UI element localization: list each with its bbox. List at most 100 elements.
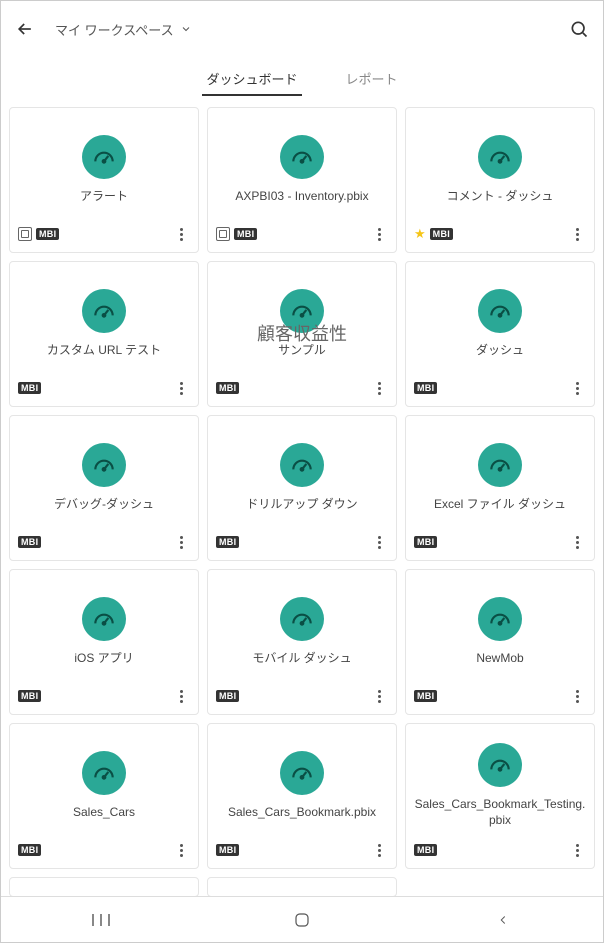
card-title: モバイル ダッシュ xyxy=(252,651,351,667)
card-footer: MBI xyxy=(216,686,388,706)
dashboard-grid: アラート MBI AXPBI03 - Inventory.pbix MBI コメント… xyxy=(9,107,595,896)
search-button[interactable] xyxy=(567,17,591,41)
search-icon xyxy=(569,19,589,39)
dashboard-card[interactable]: Sales_Cars MBI xyxy=(9,723,199,869)
dashboard-card[interactable]: ダッシュMBI xyxy=(405,261,595,407)
dashboard-card[interactable]: ドリルアップ ダウン MBI xyxy=(207,415,397,561)
dashboard-card[interactable]: Excel ファイル ダッシュMBI xyxy=(405,415,595,561)
dashboard-card[interactable]: デバッグ-ダッシュ MBI xyxy=(9,415,199,561)
card-more-button[interactable] xyxy=(370,382,388,395)
card-footer: MBI xyxy=(18,840,190,860)
card-footer: MBI xyxy=(414,378,586,398)
tab-label: ダッシュボード xyxy=(206,72,297,87)
card-footer: MBI xyxy=(216,378,388,398)
card-body: Sales_Cars_Bookmark_Testing.pbix xyxy=(414,732,586,840)
mbi-badge: MBI xyxy=(18,690,41,702)
card-footer: MBI xyxy=(18,532,190,552)
card-more-button[interactable] xyxy=(370,690,388,703)
card-more-button[interactable] xyxy=(370,844,388,857)
gauge-icon xyxy=(478,743,522,787)
header: マイ ワークスペース xyxy=(1,1,603,57)
card-badges: MBI xyxy=(18,690,41,702)
card-footer: ★ MBI xyxy=(414,224,586,244)
dashboard-card[interactable]: AXPBI03 - Inventory.pbix MBI xyxy=(207,107,397,253)
card-badges: MBI xyxy=(18,536,41,548)
card-more-button[interactable] xyxy=(172,690,190,703)
gauge-icon xyxy=(82,289,126,333)
card-more-button[interactable] xyxy=(568,690,586,703)
tab-reports[interactable]: レポート xyxy=(346,69,398,96)
workspace-dropdown[interactable]: マイ ワークスペース xyxy=(55,20,192,39)
card-more-button[interactable] xyxy=(370,536,388,549)
card-title: コメント - ダッシュ xyxy=(447,189,554,205)
mbi-badge: MBI xyxy=(414,844,437,856)
card-more-button[interactable] xyxy=(568,536,586,549)
nav-home[interactable] xyxy=(282,910,322,930)
card-more-button[interactable] xyxy=(370,228,388,241)
card-more-button[interactable] xyxy=(568,228,586,241)
card-title: ドリルアップ ダウン xyxy=(246,497,357,513)
mbi-badge: MBI xyxy=(216,382,239,394)
gauge-icon xyxy=(82,443,126,487)
card-badges: ★ MBI xyxy=(414,226,453,242)
card-badges: MBI xyxy=(216,227,257,241)
card-more-button[interactable] xyxy=(172,536,190,549)
mbi-badge: MBI xyxy=(234,228,257,240)
card-more-button[interactable] xyxy=(568,382,586,395)
dashboard-card[interactable]: アラート MBI xyxy=(9,107,199,253)
dashboard-card[interactable]: サンプル顧客収益性MBI xyxy=(207,261,397,407)
mbi-badge: MBI xyxy=(430,228,453,240)
gauge-icon xyxy=(82,751,126,795)
card-footer: MBI xyxy=(216,532,388,552)
card-body: カスタム URL テスト xyxy=(18,270,190,378)
workspace-label: マイ ワークスペース xyxy=(55,20,174,39)
card-footer: MBI xyxy=(18,224,190,244)
card-title: Sales_Cars xyxy=(73,805,135,821)
card-more-button[interactable] xyxy=(172,382,190,395)
dashboard-card[interactable]: Sales_Cars_Bookmark_Testing.pbix MBI xyxy=(405,723,595,869)
dashboard-card[interactable]: モバイル ダッシュ MBI xyxy=(207,569,397,715)
card-footer: MBI xyxy=(216,224,388,244)
card-footer: MBI xyxy=(18,686,190,706)
card-footer: MBI xyxy=(216,840,388,860)
card-title: Sales_Cars_Bookmark_Testing.pbix xyxy=(414,797,586,828)
card-badges: MBI xyxy=(18,382,41,394)
card-badges: MBI xyxy=(414,844,437,856)
nav-recent[interactable] xyxy=(81,910,121,930)
mbi-badge: MBI xyxy=(18,382,41,394)
card-more-button[interactable] xyxy=(172,228,190,241)
gauge-icon xyxy=(478,135,522,179)
card-body: ダッシュ xyxy=(414,270,586,378)
mbi-badge: MBI xyxy=(216,844,239,856)
dashboard-card[interactable]: NewMob MBI xyxy=(405,569,595,715)
card-body: Excel ファイル ダッシュ xyxy=(414,424,586,532)
nav-back[interactable] xyxy=(483,910,523,930)
tab-dashboards[interactable]: ダッシュボード xyxy=(206,69,297,96)
gauge-icon xyxy=(82,597,126,641)
card-title: NewMob xyxy=(476,651,523,667)
back-button[interactable] xyxy=(13,17,37,41)
dashboard-card[interactable]: カスタム URL テスト MBI xyxy=(9,261,199,407)
card-more-button[interactable] xyxy=(172,844,190,857)
dashboard-card[interactable] xyxy=(207,877,397,896)
gauge-icon xyxy=(478,289,522,333)
dashboard-card[interactable] xyxy=(9,877,199,896)
dashboard-card[interactable]: iOS アプリ MBI xyxy=(9,569,199,715)
card-badges: MBI xyxy=(216,690,239,702)
card-more-button[interactable] xyxy=(568,844,586,857)
favorite-star-icon: ★ xyxy=(414,226,426,242)
card-title: iOS アプリ xyxy=(74,651,133,667)
card-footer: MBI xyxy=(414,532,586,552)
dashboard-card[interactable]: コメント - ダッシュ ★ MBI xyxy=(405,107,595,253)
card-title: デバッグ-ダッシュ xyxy=(54,497,154,513)
card-body: Sales_Cars xyxy=(18,732,190,840)
card-footer: MBI xyxy=(18,378,190,398)
card-body: Sales_Cars_Bookmark.pbix xyxy=(216,732,388,840)
card-body: iOS アプリ xyxy=(18,578,190,686)
card-title: アラート xyxy=(80,189,128,205)
tab-label: レポート xyxy=(346,72,398,87)
card-body: AXPBI03 - Inventory.pbix xyxy=(216,116,388,224)
chevron-down-icon xyxy=(180,23,192,35)
card-badges: MBI xyxy=(414,690,437,702)
dashboard-card[interactable]: Sales_Cars_Bookmark.pbix MBI xyxy=(207,723,397,869)
